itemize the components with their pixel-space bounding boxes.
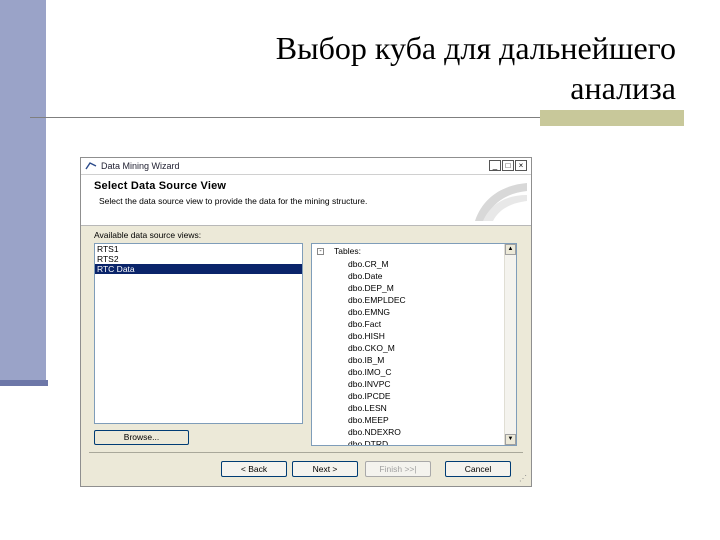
scroll-up-arrow-icon[interactable]: ▲ — [505, 244, 516, 255]
tree-item[interactable]: dbo.LESN — [348, 402, 406, 414]
finish-button[interactable]: Finish >>| — [365, 461, 431, 477]
wizard-app-icon — [85, 162, 97, 170]
tables-scrollbar[interactable]: ▲ ▼ — [504, 244, 516, 445]
browse-button[interactable]: Browse... — [94, 430, 189, 445]
tree-item[interactable]: dbo.DTRD — [348, 438, 406, 445]
maximize-button[interactable]: □ — [502, 160, 514, 171]
data-mining-wizard-dialog: Data Mining Wizard _ □ × Select Data Sou… — [80, 157, 532, 487]
tree-root-label: Tables: — [334, 246, 361, 256]
window-titlebar[interactable]: Data Mining Wizard _ □ × — [81, 158, 531, 175]
slide-title-line2: анализа — [570, 70, 676, 106]
slide-title: Выбор куба для дальнейшего анализа — [156, 28, 676, 108]
tree-collapse-toggle[interactable]: - — [317, 248, 324, 255]
slide-left-bar — [0, 0, 46, 384]
tree-item[interactable]: dbo.DEP_M — [348, 282, 406, 294]
list-item[interactable]: RTS2 — [95, 254, 302, 264]
slide-divider-line — [30, 117, 550, 118]
slide-left-bar-shadow — [0, 380, 48, 386]
minimize-button[interactable]: _ — [489, 160, 501, 171]
tree-item[interactable]: dbo.HISH — [348, 330, 406, 342]
wizard-heading: Select Data Source View — [94, 180, 227, 192]
resize-grip-icon[interactable]: ⋰ — [519, 474, 529, 484]
close-button[interactable]: × — [515, 160, 527, 171]
slide-title-line1: Выбор куба для дальнейшего — [275, 30, 676, 66]
tree-item[interactable]: dbo.MEEP — [348, 414, 406, 426]
tree-item[interactable]: dbo.NDEXRO — [348, 426, 406, 438]
available-views-label: Available data source views: — [94, 230, 202, 240]
tree-item[interactable]: dbo.IB_M — [348, 354, 406, 366]
tree-item[interactable]: dbo.IMO_C — [348, 366, 406, 378]
tree-item[interactable]: dbo.EMPLDEC — [348, 294, 406, 306]
tree-item[interactable]: dbo.CR_M — [348, 258, 406, 270]
tree-item[interactable]: dbo.INVPC — [348, 378, 406, 390]
slide-accent-block — [540, 110, 684, 126]
list-item[interactable]: RTS1 — [95, 244, 302, 254]
next-button[interactable]: Next > — [292, 461, 358, 477]
tree-item[interactable]: dbo.IPCDE — [348, 390, 406, 402]
tree-item[interactable]: dbo.Date — [348, 270, 406, 282]
window-title: Data Mining Wizard — [101, 161, 180, 171]
tree-item[interactable]: dbo.EMNG — [348, 306, 406, 318]
tables-tree-items: dbo.CR_M dbo.Date dbo.DEP_M dbo.EMPLDEC dbo.… — [348, 258, 406, 445]
tree-item[interactable]: dbo.CKO_M — [348, 342, 406, 354]
tables-tree-view[interactable]: - Tables: dbo.CR_M dbo.Date dbo.DEP_M dbo.E… — [311, 243, 517, 446]
tree-item[interactable]: dbo.Fact — [348, 318, 406, 330]
wizard-header: Select Data Source View Select the data … — [81, 175, 531, 226]
wizard-swoosh-graphic — [475, 183, 527, 221]
list-item-selected[interactable]: RTC Data — [95, 264, 302, 274]
scroll-down-arrow-icon[interactable]: ▼ — [505, 434, 516, 445]
back-button[interactable]: < Back — [221, 461, 287, 477]
cancel-button[interactable]: Cancel — [445, 461, 511, 477]
wizard-subheading: Select the data source view to provide t… — [99, 196, 368, 206]
button-separator — [89, 452, 523, 453]
data-source-views-list[interactable]: RTS1 RTS2 RTC Data — [94, 243, 303, 424]
